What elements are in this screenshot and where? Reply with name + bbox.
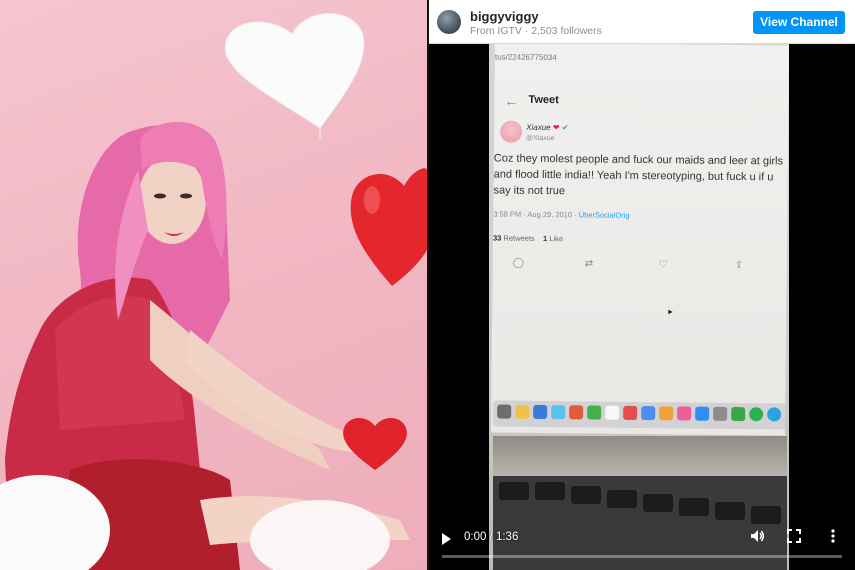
red-heart-balloon [350, 168, 427, 286]
keyboard-key [535, 482, 565, 500]
like-icon: ♡ [658, 259, 668, 271]
tweet-author: Xiaxue ❤ ✔ [526, 123, 568, 132]
retweet-icon: ⇄ [584, 258, 594, 270]
retweet-label: Retweets [503, 233, 535, 243]
url-text: tus/22426775034 [494, 52, 557, 63]
video-frame: tus/22426775034 ← Tweet Xiaxue ❤ ✔ @Xiax… [489, 44, 790, 570]
share-icon: ⇪ [734, 259, 744, 272]
red-heart-prop [343, 417, 407, 470]
tweet-handle: @Xiaxue [526, 134, 555, 143]
tweet-title: Tweet [528, 93, 559, 107]
keyboard-key [751, 506, 781, 524]
fullscreen-icon[interactable] [787, 529, 801, 543]
keyboard-key [607, 490, 637, 508]
like-label: Like [549, 234, 564, 244]
dock-app-icon [731, 406, 746, 422]
channel-subtitle: From IGTV · 2,503 followers [470, 25, 602, 37]
author-name: Xiaxue [526, 122, 551, 133]
keyboard-key [571, 486, 601, 504]
dock-app-icon [767, 407, 782, 422]
mouse-cursor-icon: ▸ [668, 306, 673, 317]
embed-header: biggyviggy From IGTV · 2,503 followers V… [429, 0, 855, 44]
dock-app-icon [533, 404, 548, 420]
keyboard-key [643, 494, 673, 512]
keyboard-key [499, 482, 529, 500]
tweet-body: Coz they molest people and fuck our maid… [493, 152, 784, 198]
tweet-avatar [500, 120, 523, 143]
laptop-bezel [493, 436, 787, 476]
tweet-actions: ◯ ⇄ ♡ ⇪ [513, 258, 773, 275]
verified-icon: ✔ [561, 123, 569, 133]
heart-icon: ❤ [552, 123, 560, 133]
dock-app-icon [749, 407, 764, 422]
dock-app-icon [515, 404, 530, 419]
volume-icon[interactable] [749, 528, 765, 544]
retweet-count: 33 [492, 233, 502, 243]
tweet-meta: 3:58 PM · Aug 29, 2010 · ÜberSocialOrig [493, 209, 629, 219]
dock-app-icon [551, 405, 566, 420]
time-display: 0:00 / 1:36 [464, 531, 519, 543]
tweet-stats: 33 Retweets 1 Like [493, 233, 563, 243]
keyboard-key [679, 498, 709, 516]
dock-app-icon [587, 405, 602, 420]
tweet-time: 3:58 PM · Aug 29, 2010 · [493, 209, 579, 220]
followers-count: 2,503 followers [531, 25, 602, 37]
view-channel-button[interactable]: View Channel [753, 11, 845, 34]
tweet-source: ÜberSocialOrig [578, 210, 630, 220]
keyboard-key [715, 502, 745, 520]
dock-app-icon [641, 406, 656, 421]
mac-dock [493, 400, 790, 430]
back-arrow-icon: ← [504, 92, 519, 109]
dock-app-icon [497, 404, 512, 419]
channel-name[interactable]: biggyviggy [470, 9, 539, 24]
avatar[interactable] [437, 10, 461, 34]
video-player[interactable]: tus/22426775034 ← Tweet Xiaxue ❤ ✔ @Xiax… [429, 44, 855, 570]
dock-app-icon [677, 406, 692, 421]
more-options-icon[interactable] [829, 528, 837, 544]
progress-bar[interactable] [442, 555, 842, 558]
portrait-photo [0, 0, 427, 570]
igtv-embed: biggyviggy From IGTV · 2,503 followers V… [429, 0, 855, 570]
dock-app-icon [623, 405, 638, 420]
laptop-screen: tus/22426775034 ← Tweet Xiaxue ❤ ✔ @Xiax… [490, 44, 790, 436]
separator: · [524, 25, 529, 37]
dock-app-icon [695, 406, 710, 421]
video-controls: 0:00 / 1:36 [429, 524, 855, 570]
reply-icon: ◯ [512, 257, 525, 269]
play-icon[interactable] [442, 533, 451, 545]
dock-app-icon [659, 406, 674, 421]
portrait-illustration [0, 13, 427, 570]
dock-app-icon [713, 406, 728, 421]
like-count: 1 [542, 233, 548, 244]
dock-app-icon [605, 405, 620, 420]
dock-app-icon [569, 405, 584, 420]
source-label: From IGTV [470, 25, 522, 37]
white-heart-balloon [224, 13, 365, 140]
